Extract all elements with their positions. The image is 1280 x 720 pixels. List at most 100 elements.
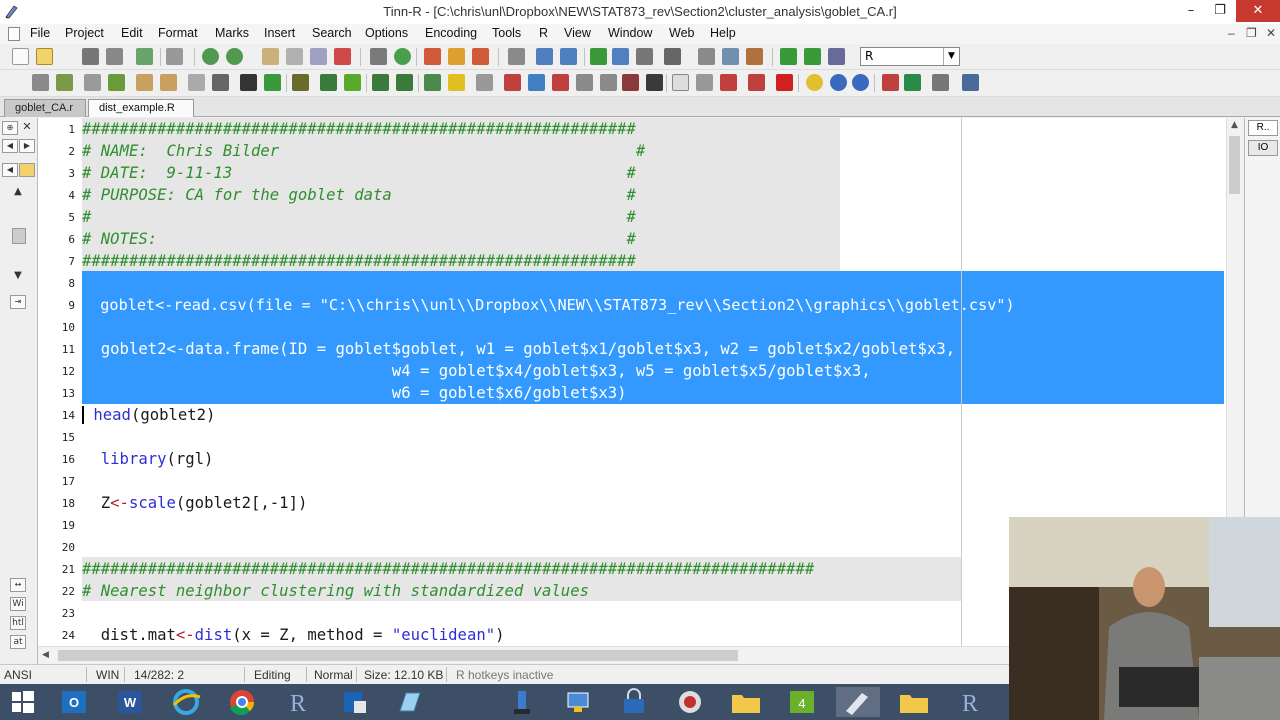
minimize-button[interactable]: – [1176,0,1206,22]
block2-icon[interactable] [264,74,281,91]
folder-icon[interactable] [724,687,768,717]
send-file-icon[interactable] [780,48,797,65]
vertical-scroll-thumb[interactable] [1229,136,1240,194]
tools-icon[interactable] [746,48,763,65]
up-arrow-icon[interactable]: ▲ [10,186,26,200]
snip-icon[interactable] [668,687,712,717]
start-button[interactable] [0,687,46,717]
scroll-up-icon[interactable]: ▲ [1231,120,1238,130]
tag-icon[interactable] [476,74,493,91]
glasses-icon[interactable] [528,74,545,91]
next-icon[interactable] [396,74,413,91]
rgui-icon[interactable]: R [948,687,992,717]
link-icon[interactable] [370,48,387,65]
chart-icon[interactable] [696,74,713,91]
expand-icon[interactable]: ↔ [10,578,26,592]
settings-icon[interactable] [962,74,979,91]
wrap-icon[interactable] [590,48,607,65]
tinnr-icon[interactable] [836,687,880,717]
menu-marks[interactable]: Marks [215,26,249,40]
refresh-icon[interactable] [394,48,411,65]
align-left-icon[interactable] [188,74,205,91]
bookmark-next-icon[interactable] [448,48,465,65]
reload-icon[interactable] [136,48,153,65]
indent-more-icon[interactable] [84,74,101,91]
menu-window[interactable]: Window [608,26,652,40]
sun-icon[interactable] [448,74,465,91]
split-vertical-icon[interactable] [560,48,577,65]
new-file-icon[interactable] [12,48,29,65]
chevron-down-icon[interactable]: ▼ [943,48,959,65]
dreamweaver-icon[interactable]: 4 [780,687,824,717]
mdi-minimize-button[interactable]: – [1228,26,1235,40]
collapse-icon[interactable]: ⇥ [10,295,26,309]
save-all-icon[interactable] [106,48,123,65]
pen-icon[interactable] [622,74,639,91]
panel-tab-at[interactable]: at [10,635,26,649]
chrome-icon[interactable] [220,687,264,717]
maximize-button[interactable]: ❐ [1205,0,1235,22]
brush-icon[interactable] [646,74,663,91]
r-term-icon[interactable] [882,74,899,91]
format2-icon[interactable] [56,74,73,91]
ie-icon[interactable] [164,687,208,717]
stop-icon[interactable] [776,74,793,91]
menu-project[interactable]: Project [65,26,104,40]
menu-r[interactable]: R [539,26,548,40]
split-horizontal-icon[interactable] [536,48,553,65]
io-panel-tab[interactable]: IO [1248,140,1278,156]
panel-prev-icon[interactable]: ◀ [2,163,18,177]
menu-format[interactable]: Format [158,26,198,40]
nav-icon[interactable] [664,48,681,65]
menu-insert[interactable]: Insert [264,26,295,40]
panel-tab-htl[interactable]: htl [10,616,26,630]
bookmark-prev-icon[interactable] [472,48,489,65]
close-panel-icon[interactable]: ✕ [19,121,35,135]
menu-search[interactable]: Search [312,26,352,40]
open-folder-icon[interactable] [36,48,53,65]
folder-icon[interactable] [19,163,35,177]
horizontal-scroll-thumb[interactable] [58,650,738,661]
redo-icon[interactable] [226,48,243,65]
panel-thumb[interactable] [12,228,26,244]
pin-icon[interactable]: ⊕ [2,121,18,135]
nav-left-icon[interactable]: ◀ [2,139,18,153]
menu-file[interactable]: File [30,26,50,40]
spell-icon[interactable] [508,48,525,65]
home-icon[interactable] [932,74,949,91]
horizontal-scrollbar[interactable]: ◀ [38,646,1010,664]
lock-icon[interactable] [612,687,656,717]
menu-help[interactable]: Help [710,26,736,40]
document-icon[interactable] [8,27,20,41]
send-selection-icon[interactable] [804,48,821,65]
align-right-icon[interactable] [212,74,229,91]
scroll-left-icon[interactable]: ◀ [42,650,49,660]
r-panel-tab[interactable]: R.. [1248,120,1278,136]
language-combo[interactable]: R ▼ [860,47,960,66]
send-line-icon[interactable] [828,48,845,65]
panel-tab-wi[interactable]: Wi [10,597,26,611]
menu-tools[interactable]: Tools [492,26,521,40]
clear-icon[interactable] [720,74,737,91]
close-button[interactable]: ✕ [1236,0,1280,22]
copy-icon[interactable] [160,74,177,91]
paste-icon[interactable] [136,74,153,91]
bookmark-icon[interactable] [424,48,441,65]
folder2-icon[interactable] [892,687,936,717]
notepad-icon[interactable] [388,687,432,717]
menu-web[interactable]: Web [669,26,694,40]
app-icon[interactable] [332,687,376,717]
send-down-icon[interactable] [320,74,337,91]
compare-icon[interactable] [612,48,629,65]
block-icon[interactable] [240,74,257,91]
indent-less-icon[interactable] [108,74,125,91]
window-icon[interactable] [672,74,689,91]
comment-icon[interactable] [748,74,765,91]
undo-icon[interactable] [202,48,219,65]
columns2-icon[interactable] [600,74,617,91]
mdi-close-button[interactable]: ✕ [1266,26,1276,40]
find-icon[interactable] [262,48,279,65]
save-icon[interactable] [82,48,99,65]
print-icon[interactable] [166,48,183,65]
goto-line-icon[interactable] [334,48,351,65]
